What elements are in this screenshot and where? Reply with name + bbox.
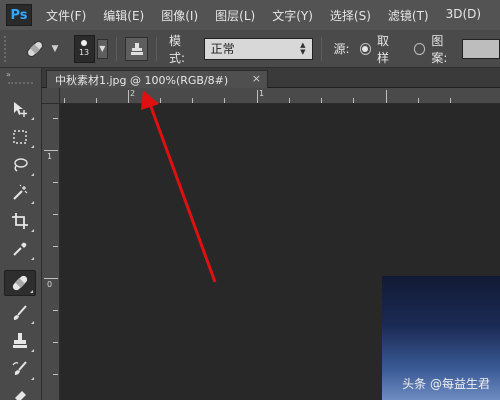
annotation-arrow [141,90,217,283]
watermark-text: 头条 @每益生君 [402,377,490,391]
